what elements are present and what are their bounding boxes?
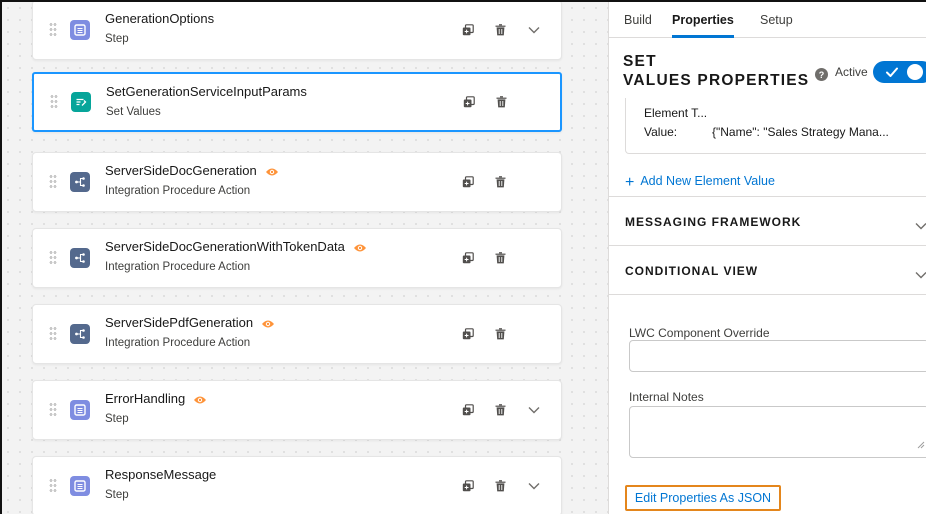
duplicate-icon[interactable]	[461, 403, 475, 417]
active-label: Active	[835, 65, 868, 79]
card-title-text: ResponseMessage	[105, 467, 217, 482]
element-value-box: Element T... Value: {"Name": "Sales Stra…	[625, 98, 926, 154]
edit-properties-json-link[interactable]: Edit Properties As JSON	[625, 485, 781, 511]
integration-procedure-icon	[70, 248, 90, 268]
card-title-text: ServerSideDocGeneration	[105, 163, 257, 178]
card-subtitle: Integration Procedure Action	[105, 261, 251, 273]
lwc-override-input[interactable]	[629, 340, 926, 372]
card-subtitle: Step	[105, 33, 129, 45]
add-element-value-link[interactable]: + Add New Element Value	[625, 174, 775, 192]
card-title: ServerSideDocGeneration	[105, 163, 279, 180]
duplicate-icon[interactable]	[461, 251, 475, 265]
step-icon	[70, 400, 90, 420]
plus-icon: +	[625, 174, 635, 191]
resize-handle-icon[interactable]	[917, 436, 925, 454]
integration-procedure-icon	[70, 172, 90, 192]
duplicate-icon[interactable]	[461, 327, 475, 341]
section-conditional-view[interactable]: CONDITIONAL VIEW	[609, 245, 926, 295]
step-card[interactable]: ServerSideDocGeneration Integration Proce…	[32, 152, 562, 212]
eye-icon[interactable]	[353, 241, 367, 256]
section-title: CONDITIONAL VIEW	[625, 264, 759, 278]
card-title: ErrorHandling	[105, 391, 207, 408]
card-title: ServerSidePdfGeneration	[105, 315, 275, 332]
eye-icon[interactable]	[265, 165, 279, 180]
trash-icon[interactable]	[493, 23, 507, 37]
toggle-knob	[907, 64, 923, 80]
step-card[interactable]: SetGenerationServiceInputParams Set Value…	[32, 72, 562, 132]
step-card[interactable]: ServerSideDocGenerationWithTokenData Inte…	[32, 228, 562, 288]
tab-setup[interactable]: Setup	[760, 13, 793, 35]
card-title-text: ServerSidePdfGeneration	[105, 315, 254, 330]
app-frame: GenerationOptions Step SetGenerationServic…	[0, 0, 926, 514]
duplicate-icon[interactable]	[461, 23, 475, 37]
step-card[interactable]: ServerSidePdfGeneration Integration Proce…	[32, 304, 562, 364]
trash-icon[interactable]	[494, 95, 508, 109]
card-subtitle: Integration Procedure Action	[105, 185, 251, 197]
chevron-down-icon[interactable]	[915, 217, 926, 235]
check-icon	[885, 65, 899, 84]
card-title-text: ErrorHandling	[105, 391, 186, 406]
tab-properties[interactable]: Properties	[672, 13, 734, 38]
step-card[interactable]: ResponseMessage Step	[32, 456, 562, 514]
flow-canvas[interactable]: GenerationOptions Step SetGenerationServic…	[2, 2, 608, 514]
section-title: MESSAGING FRAMEWORK	[625, 215, 802, 229]
trash-icon[interactable]	[493, 175, 507, 189]
active-toggle[interactable]	[873, 61, 926, 83]
tab-build[interactable]: Build	[624, 13, 652, 35]
trash-icon[interactable]	[493, 251, 507, 265]
eye-icon[interactable]	[261, 317, 275, 332]
card-title-text: SetGenerationServiceInputParams	[106, 84, 307, 99]
value-label: Value:	[644, 125, 678, 139]
duplicate-icon[interactable]	[461, 479, 475, 493]
internal-notes-textarea[interactable]	[629, 406, 926, 458]
card-title-text: ServerSideDocGenerationWithTokenData	[105, 239, 345, 254]
set-values-icon	[71, 92, 91, 112]
properties-panel: Build Properties Setup SET VALUES PROPER…	[608, 2, 926, 514]
integration-procedure-icon	[70, 324, 90, 344]
duplicate-icon[interactable]	[461, 175, 475, 189]
drag-handle-icon[interactable]	[49, 174, 57, 190]
drag-handle-icon[interactable]	[49, 250, 57, 266]
step-icon	[70, 20, 90, 40]
svg-text:?: ?	[819, 70, 825, 80]
drag-handle-icon[interactable]	[49, 22, 57, 38]
eye-icon[interactable]	[193, 393, 207, 408]
card-subtitle: Step	[105, 413, 129, 425]
card-title: SetGenerationServiceInputParams	[106, 84, 307, 99]
heading-line-2: VALUES PROPERTIES	[623, 72, 810, 89]
drag-handle-icon[interactable]	[49, 478, 57, 494]
card-subtitle: Set Values	[106, 106, 161, 118]
card-title: ResponseMessage	[105, 467, 216, 482]
duplicate-icon[interactable]	[462, 95, 476, 109]
help-icon[interactable]: ?	[815, 68, 828, 86]
trash-icon[interactable]	[493, 479, 507, 493]
card-subtitle: Step	[105, 489, 129, 501]
panel-tabs: Build Properties Setup	[609, 2, 926, 38]
card-title-text: GenerationOptions	[105, 11, 215, 26]
drag-handle-icon[interactable]	[50, 94, 58, 110]
card-title: ServerSideDocGenerationWithTokenData	[105, 239, 367, 256]
drag-handle-icon[interactable]	[49, 326, 57, 342]
drag-handle-icon[interactable]	[49, 402, 57, 418]
step-icon	[70, 476, 90, 496]
section-messaging-framework[interactable]: MESSAGING FRAMEWORK	[609, 196, 926, 246]
card-subtitle: Integration Procedure Action	[105, 337, 251, 349]
chevron-down-icon[interactable]	[527, 479, 541, 493]
element-type-label: Element T...	[644, 106, 708, 120]
trash-icon[interactable]	[493, 327, 507, 341]
lwc-override-label: LWC Component Override	[629, 326, 770, 340]
heading-line-1: SET	[623, 53, 657, 70]
chevron-down-icon[interactable]	[527, 403, 541, 417]
card-title: GenerationOptions	[105, 11, 214, 26]
chevron-down-icon[interactable]	[527, 23, 541, 37]
add-element-value-label: Add New Element Value	[640, 174, 775, 188]
chevron-down-icon[interactable]	[915, 266, 926, 284]
trash-icon[interactable]	[493, 403, 507, 417]
internal-notes-label: Internal Notes	[629, 390, 704, 404]
element-value: {"Name": "Sales Strategy Mana...	[712, 125, 889, 139]
step-card[interactable]: ErrorHandling Step	[32, 380, 562, 440]
step-card[interactable]: GenerationOptions Step	[32, 2, 562, 60]
panel-heading: SET VALUES PROPERTIES	[623, 52, 823, 90]
